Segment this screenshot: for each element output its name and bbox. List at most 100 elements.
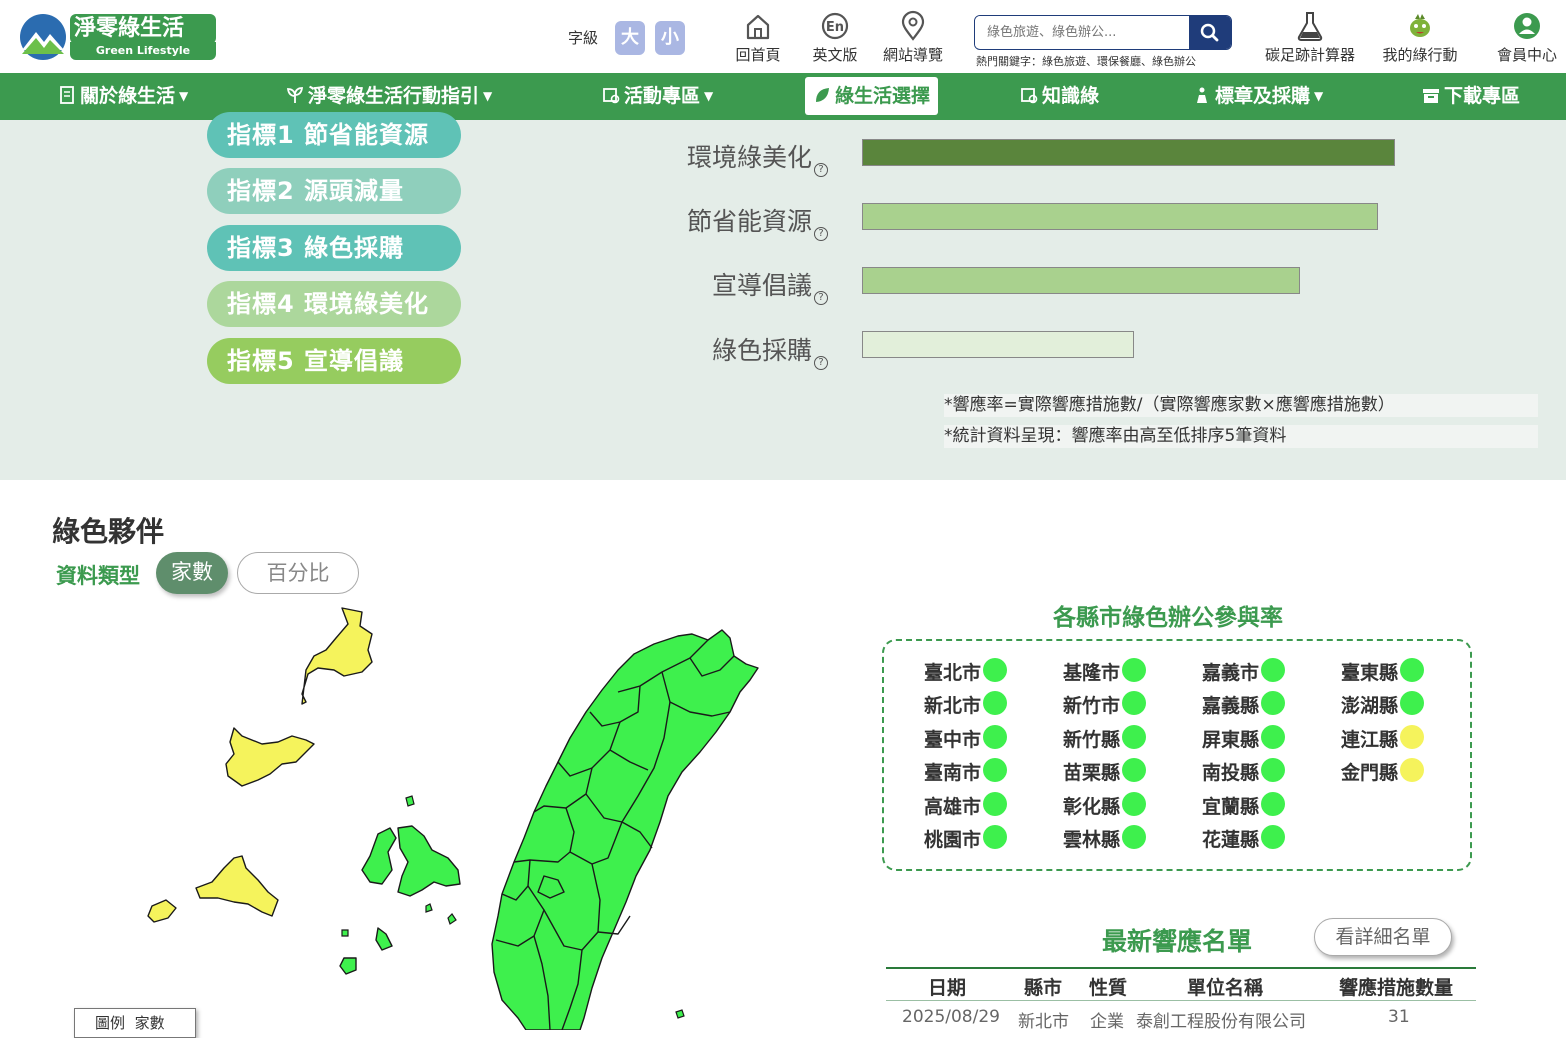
county-name: 澎湖縣 <box>1341 695 1399 717</box>
county-name: 基隆市 <box>1063 662 1121 684</box>
map-region-kinmen-islet <box>147 899 177 923</box>
my-green-action-link[interactable]: 我的綠行動 <box>1376 10 1464 65</box>
indicator-pill-2[interactable]: 指標2 源頭減量 <box>207 168 461 214</box>
taiwan-map[interactable] <box>130 600 780 1030</box>
status-dot <box>983 758 1008 782</box>
question-icon[interactable]: ? <box>814 291 828 305</box>
table-top-border <box>886 967 1476 969</box>
english-link[interactable]: En 英文版 <box>810 10 860 65</box>
county-item[interactable]: 新北市 <box>924 691 1008 718</box>
question-icon[interactable]: ? <box>814 163 828 177</box>
county-item[interactable]: 苗栗縣 <box>1063 758 1147 785</box>
search-icon <box>1200 23 1219 42</box>
map-region-islet <box>405 795 415 807</box>
county-item[interactable]: 嘉義市 <box>1202 658 1286 685</box>
sprout-icon <box>286 87 304 103</box>
font-size-label: 字級 <box>568 29 599 47</box>
county-item[interactable]: 金門縣 <box>1341 758 1425 785</box>
county-item[interactable]: 屏東縣 <box>1202 725 1286 752</box>
search-button[interactable] <box>1189 16 1231 49</box>
data-type-percent-button[interactable]: 百分比 <box>237 552 359 594</box>
nav-knowledge-label: 知識綠 <box>1042 85 1100 107</box>
county-item[interactable]: 臺南市 <box>924 758 1008 785</box>
county-name: 雲林縣 <box>1063 829 1121 851</box>
county-item[interactable]: 彰化縣 <box>1063 792 1147 819</box>
county-item[interactable]: 新竹縣 <box>1063 725 1147 752</box>
search-input[interactable] <box>975 16 1189 48</box>
county-item[interactable]: 桃園市 <box>924 825 1008 852</box>
county-item[interactable]: 基隆市 <box>1063 658 1147 685</box>
county-item[interactable]: 嘉義縣 <box>1202 691 1286 718</box>
county-name: 新竹縣 <box>1063 729 1121 751</box>
question-icon[interactable]: ? <box>814 356 828 370</box>
caret-down-icon: ▼ <box>483 89 493 103</box>
county-item[interactable]: 南投縣 <box>1202 758 1286 785</box>
map-region-penghu-east <box>397 825 461 897</box>
county-name: 南投縣 <box>1202 762 1260 784</box>
map-region-islet <box>425 903 433 913</box>
bar-label-text: 環境綠美化 <box>686 143 812 172</box>
county-name: 連江縣 <box>1341 729 1399 751</box>
response-bar <box>862 267 1300 294</box>
carbon-calculator-label: 碳足跡計算器 <box>1264 46 1355 64</box>
bar-label-text: 綠色採購 <box>711 336 812 365</box>
font-large-button[interactable]: 大 <box>615 21 645 55</box>
county-item[interactable]: 宜蘭縣 <box>1202 792 1286 819</box>
nav-downloads[interactable]: 下載專區 <box>1422 73 1520 120</box>
county-item[interactable]: 澎湖縣 <box>1341 691 1425 718</box>
legend-value: 家數 <box>134 1014 165 1032</box>
indicator-pill-5[interactable]: 指標5 宣導倡議 <box>207 338 461 384</box>
site-logo[interactable]: 淨零綠生活 Green Lifestyle <box>18 10 218 62</box>
question-icon[interactable]: ? <box>814 227 828 241</box>
county-item[interactable]: 臺東縣 <box>1341 658 1425 685</box>
member-center-label: 會員中心 <box>1496 46 1557 64</box>
status-dot <box>1261 725 1286 749</box>
view-details-button[interactable]: 看詳細名單 <box>1314 918 1452 956</box>
indicator-pill-label: 指標3 綠色採購 <box>227 234 405 262</box>
nav-knowledge[interactable]: 知識綠 <box>1020 73 1099 120</box>
nav-events[interactable]: 活動專區 ▼ <box>602 73 713 120</box>
county-item[interactable]: 雲林縣 <box>1063 825 1147 852</box>
county-item[interactable]: 連江縣 <box>1341 725 1425 752</box>
county-name: 金門縣 <box>1341 762 1399 784</box>
county-item[interactable]: 花蓮縣 <box>1202 825 1286 852</box>
status-dot <box>1400 725 1425 749</box>
font-small-button[interactable]: 小 <box>655 21 685 55</box>
logo-subtitle: Green Lifestyle <box>70 42 216 60</box>
nav-green-choice[interactable]: 綠生活選擇 <box>805 77 939 115</box>
table-header-measure-count: 響應措施數量 <box>1339 977 1454 999</box>
svg-text:En: En <box>826 20 844 35</box>
county-item[interactable]: 新竹市 <box>1063 691 1147 718</box>
carbon-calculator-link[interactable]: 碳足跡計算器 <box>1258 10 1362 65</box>
county-item[interactable]: 臺中市 <box>924 725 1008 752</box>
county-item[interactable]: 高雄市 <box>924 792 1008 819</box>
county-name: 新竹市 <box>1063 695 1121 717</box>
recycle-person-icon <box>1197 87 1207 103</box>
county-name: 苗栗縣 <box>1063 762 1121 784</box>
indicator-pill-1[interactable]: 指標1 節省能資源 <box>207 112 461 158</box>
site-header: 淨零綠生活 Green Lifestyle 字級 大 小 回首頁 En 英文版 … <box>0 0 1566 73</box>
caret-down-icon: ▼ <box>179 89 189 103</box>
home-link[interactable]: 回首頁 <box>733 10 783 65</box>
status-dot <box>1400 658 1425 682</box>
response-bar <box>862 331 1134 358</box>
map-region-islet <box>447 913 457 925</box>
nav-labels-procurement[interactable]: 標章及採購 ▼ <box>1193 73 1323 120</box>
indicator-pill-3[interactable]: 指標3 綠色採購 <box>207 225 461 271</box>
sitemap-link[interactable]: 網站導覽 <box>880 10 946 65</box>
indicator-pill-4[interactable]: 指標4 環境綠美化 <box>207 281 461 327</box>
nav-about[interactable]: 關於綠生活 ▼ <box>58 73 188 120</box>
nav-action-guide-label: 淨零綠生活行動指引 <box>308 85 480 107</box>
response-bar <box>862 203 1378 230</box>
caret-down-icon: ▼ <box>1314 89 1324 103</box>
county-item[interactable]: 臺北市 <box>924 658 1008 685</box>
county-name: 臺南市 <box>924 762 982 784</box>
county-name: 臺東縣 <box>1341 662 1399 684</box>
member-center-link[interactable]: 會員中心 <box>1494 10 1560 65</box>
table-cell-unit-name: 泰創工程股份有限公司 <box>1136 1012 1306 1032</box>
user-icon <box>1514 13 1540 39</box>
sitemap-label: 網站導覽 <box>882 46 943 64</box>
data-type-count-button[interactable]: 家數 <box>156 552 228 594</box>
document-icon <box>60 86 74 104</box>
indicator-pill-label: 指標2 源頭減量 <box>227 177 405 205</box>
